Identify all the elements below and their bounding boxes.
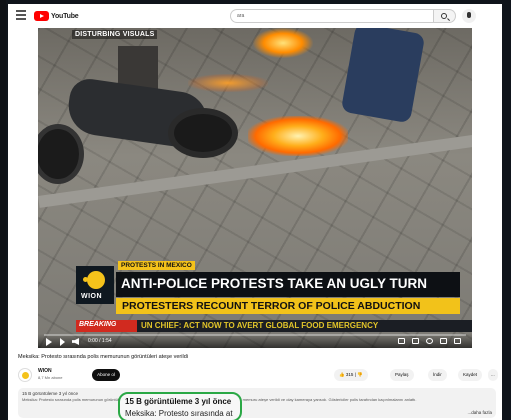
channel-row: WION 8,7 Mn abone Abone ol 👍 315 | 👎 Pay… [18, 366, 498, 384]
motorcycle-rear-wheel [168, 108, 238, 158]
menu-icon[interactable] [16, 10, 26, 20]
save-button[interactable]: Kaydet [458, 369, 483, 381]
zoom-callout: 15 B görüntüleme 3 yıl önce Meksika: Pro… [118, 392, 242, 420]
settings-icon[interactable] [426, 338, 433, 344]
news-subheadline: PROTESTERS RECOUNT TERROR OF POLICE ABDU… [116, 298, 460, 314]
more-actions-button[interactable]: ... [488, 369, 498, 381]
autoplay-icon[interactable] [398, 338, 405, 344]
fire-top [253, 28, 313, 58]
play-icon[interactable] [46, 338, 53, 346]
search-icon [441, 13, 447, 19]
voice-search-icon[interactable] [462, 9, 476, 23]
logo-text: YouTube [51, 12, 79, 20]
subscribe-button[interactable]: Abone ol [92, 369, 120, 381]
show-more-link[interactable]: ...daha fazla [467, 410, 492, 415]
wion-logo-icon [83, 271, 105, 289]
motorcycle-image [38, 46, 238, 184]
news-ticker: UN CHIEF: ACT NOW TO AVERT GLOBAL FOOD E… [137, 320, 472, 332]
progress-bar[interactable] [44, 334, 466, 336]
next-icon[interactable] [60, 338, 67, 346]
channel-name[interactable]: WION [38, 368, 52, 374]
download-button[interactable]: İndir [428, 369, 447, 381]
search-input[interactable]: ara [230, 9, 434, 23]
news-kicker: PROTESTS IN MEXICO [118, 261, 195, 270]
time-display: 0:00 / 1:54 [88, 338, 112, 344]
disturbing-visuals-tag: DISTURBING VISUALS [72, 30, 158, 39]
subscriber-count: 8,7 Mn abone [38, 375, 63, 380]
video-player[interactable]: DISTURBING VISUALS PROTESTS IN MEXICO WI… [38, 28, 472, 348]
like-count: 315 [345, 372, 354, 377]
top-bar: YouTube ara [8, 4, 502, 28]
youtube-page: YouTube ara DISTURBING VISUALS PROTESTS … [8, 4, 502, 420]
youtube-play-icon [34, 11, 49, 21]
youtube-logo[interactable]: YouTube [34, 10, 79, 22]
like-button[interactable]: 👍 315 | 👎 [334, 369, 368, 381]
miniplayer-icon[interactable] [440, 338, 447, 344]
subtitles-icon[interactable] [412, 338, 419, 344]
callout-text: Meksika: Protesto sırasında at [125, 409, 233, 418]
share-button[interactable]: Paylaş [390, 369, 414, 381]
avatar[interactable] [18, 368, 32, 382]
wion-logo-text: WION [81, 293, 103, 300]
description-box[interactable]: 15 B görüntüleme 3 yıl önce Meksika: Pro… [18, 388, 496, 418]
news-headline: ANTI-POLICE PROTESTS TAKE AN UGLY TURN [116, 272, 460, 297]
video-title: Meksika: Protesto sırasında polis memuru… [18, 354, 188, 360]
channel-logo: WION [76, 266, 114, 304]
breaking-label: BREAKING [76, 320, 137, 332]
search-button[interactable] [434, 9, 456, 23]
description-meta: 15 B görüntüleme 3 yıl önce [22, 391, 79, 396]
description-text: Meksika: Protesto sırasında polis memuru… [22, 397, 417, 402]
fullscreen-icon[interactable] [454, 338, 461, 344]
fire-ground [248, 116, 348, 156]
callout-meta: 15 B görüntüleme 3 yıl önce [125, 397, 232, 406]
